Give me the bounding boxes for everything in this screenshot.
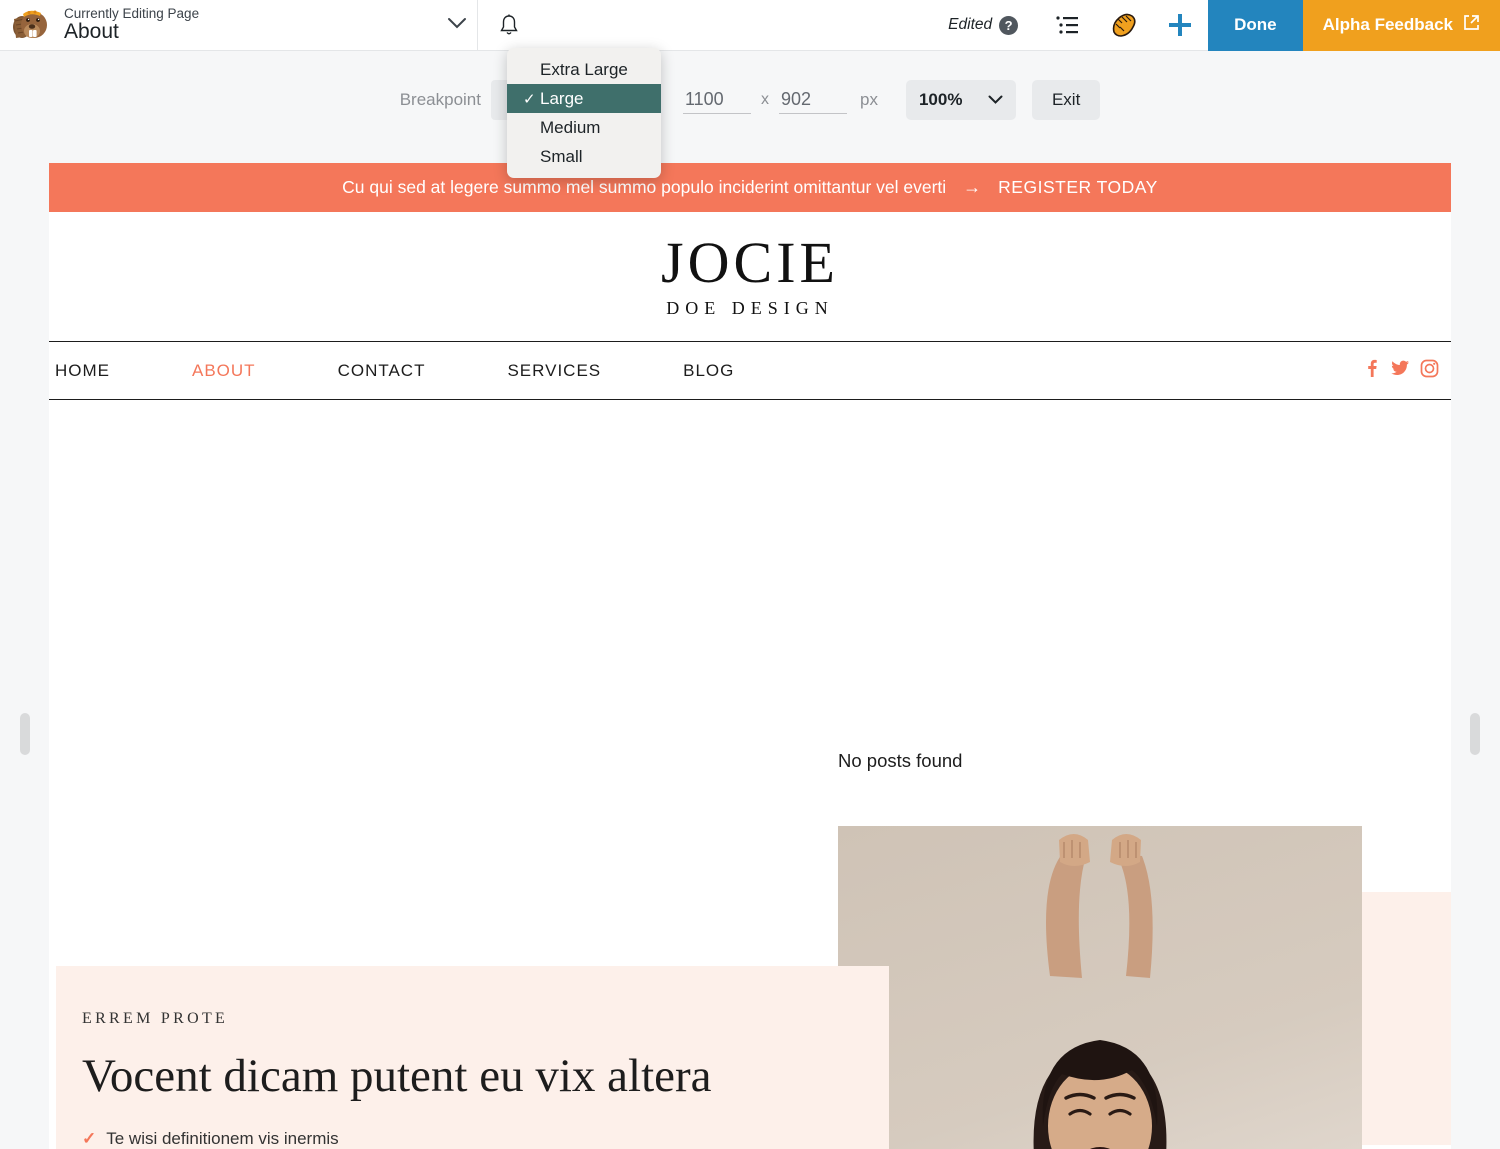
site-logo-primary: JOCIE [661,230,839,295]
page-preview-canvas: Cu qui sed at legere summo mel summo pop… [49,163,1451,1149]
external-link-icon [1463,14,1480,36]
register-today-link[interactable]: REGISTER TODAY [998,177,1158,198]
promo-feature-list: ✓ Te wisi definitionem vis inermis ✓ Nam… [82,1129,889,1149]
current-page-selector[interactable]: Currently Editing Page About [0,0,478,51]
breakpoint-option-large[interactable]: ✓ Large [507,84,661,113]
nav-item-contact[interactable]: CONTACT [338,361,426,381]
site-logo-secondary: DOE DESIGN [666,298,834,318]
alpha-feedback-button[interactable]: Alpha Feedback [1302,0,1500,51]
breakpoint-option-label: Small [540,146,583,166]
nav-item-services[interactable]: SERVICES [507,361,601,381]
edited-label: Edited [948,16,993,33]
alpha-feedback-label: Alpha Feedback [1322,15,1453,34]
admin-toolbar: Currently Editing Page About Edited ? Do… [0,0,1500,51]
social-links [1363,359,1451,383]
list-item: ✓ Te wisi definitionem vis inermis [82,1129,889,1149]
feature-label: Te wisi definitionem vis inermis [106,1128,339,1148]
dimension-separator: x [760,91,769,108]
admin-toolbar-actions: Edited ? Done Alpha Feedback [948,0,1500,51]
no-posts-message: No posts found [838,750,963,771]
nav-item-about[interactable]: ABOUT [192,361,256,381]
facebook-icon[interactable] [1363,359,1380,383]
beaver-tail-tools-icon[interactable] [1096,0,1152,51]
check-icon: ✓ [523,90,536,108]
beaver-mascot-icon [8,5,52,45]
breakpoint-label: Breakpoint [399,90,481,109]
page-title: About [64,20,119,44]
check-icon: ✓ [82,1128,97,1148]
promo-announcement-bar: Cu qui sed at legere summo mel summo pop… [49,163,1451,212]
breakpoint-option-medium[interactable]: Medium [507,113,661,142]
zoom-level-value: 100% [918,90,963,109]
edited-status: Edited ? [948,15,1019,35]
zoom-level-select[interactable]: 100% [905,80,1016,120]
dimension-unit: px [859,90,878,109]
height-input[interactable] [778,86,847,114]
help-icon[interactable]: ? [999,15,1019,35]
site-navigation: HOME ABOUT CONTACT SERVICES BLOG [49,342,1451,400]
site-header: JOCIE DOE DESIGN [49,212,1451,342]
newsletter-promo-card: ERREM PROTE Vocent dicam putent eu vix a… [56,966,889,1149]
canvas-resize-handle-right[interactable] [1470,713,1480,755]
promo-card-kicker: ERREM PROTE [82,1010,229,1027]
outline-list-icon[interactable] [1040,0,1096,51]
breakpoint-option-label: Medium [540,117,601,137]
promo-text: Cu qui sed at legere summo mel summo pop… [342,177,947,197]
breakpoint-dropdown-menu: Extra Large ✓ Large Medium Small [507,48,661,178]
instagram-icon[interactable] [1420,359,1439,383]
canvas-resize-handle-left[interactable] [20,713,30,755]
breakpoint-option-label: Extra Large [540,59,628,79]
arrow-right-icon: → [963,177,982,197]
editing-kicker: Currently Editing Page [64,5,200,21]
twitter-icon[interactable] [1390,359,1410,383]
responsive-breakpoint-bar: Breakpoint x px 100% Exit [0,51,1500,149]
chevron-down-icon[interactable] [437,16,477,34]
exit-button[interactable]: Exit [1031,80,1101,120]
notification-bell-icon[interactable] [478,13,540,37]
breakpoint-option-small[interactable]: Small [507,142,661,171]
promo-card-title: Vocent dicam putent eu vix altera [82,1050,712,1102]
page-body: No posts found ERREM PROTE Vocent dicam … [49,400,1451,1149]
add-module-icon[interactable] [1152,0,1208,51]
breakpoint-option-label: Large [540,88,584,108]
hero-photo [838,826,1362,1149]
nav-item-blog[interactable]: BLOG [683,361,734,381]
breakpoint-option-extra-large[interactable]: Extra Large [507,55,661,84]
width-input[interactable] [682,86,751,114]
nav-item-home[interactable]: HOME [55,361,110,381]
chevron-down-icon [988,91,1003,109]
done-button[interactable]: Done [1208,0,1303,51]
